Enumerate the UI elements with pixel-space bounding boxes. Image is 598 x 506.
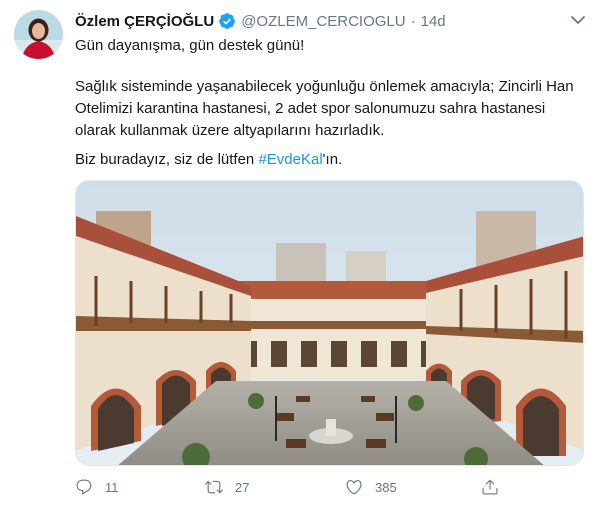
timestamp[interactable]: 14d [421, 13, 446, 30]
tweet-text-paragraph: Sağlık sisteminde yaşanabilecek yoğunluğ… [75, 78, 574, 139]
retweet-icon [205, 480, 223, 494]
tweet-card[interactable]: Özlem ÇERÇİOĞLU @OZLEM_CERCIOGLU · 14d G… [0, 0, 598, 506]
share-button[interactable] [481, 476, 499, 498]
like-button[interactable]: 385 [345, 476, 397, 498]
hashtag-link[interactable]: #EvdeKal [258, 151, 322, 168]
heart-icon [346, 480, 362, 495]
author-name[interactable]: Özlem ÇERÇİOĞLU [75, 13, 214, 30]
share-icon [482, 479, 498, 495]
avatar[interactable] [14, 10, 63, 59]
reply-icon [76, 479, 92, 495]
reply-button[interactable]: 11 [75, 476, 119, 498]
tweet-text-line: Gün dayanışma, gün destek günü! [75, 37, 305, 54]
author-handle[interactable]: @OZLEM_CERCIOGLU [241, 13, 405, 30]
verified-badge-icon [218, 12, 236, 30]
separator-dot: · [410, 12, 416, 30]
tweet-actions: 11 27 385 [75, 476, 585, 498]
tweet-header: Özlem ÇERÇİOĞLU @OZLEM_CERCIOGLU · 14d [75, 11, 446, 31]
tweet-photo[interactable] [75, 180, 584, 466]
tweet-text-suffix: 'ın. [322, 151, 343, 168]
tweet-text-prefix: Biz buradayız, siz de lütfen [75, 151, 259, 168]
retweet-count: 27 [235, 479, 250, 495]
retweet-button[interactable]: 27 [205, 476, 249, 498]
chevron-down-icon[interactable] [568, 12, 588, 28]
like-count: 385 [375, 479, 397, 495]
reply-count: 11 [105, 479, 119, 495]
tweet-text-paragraph: Biz buradayız, siz de lütfen #EvdeKal'ın… [75, 149, 585, 171]
